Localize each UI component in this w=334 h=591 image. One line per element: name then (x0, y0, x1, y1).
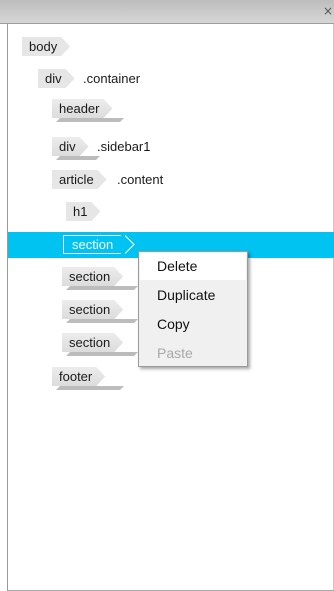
tag-label: section (63, 235, 122, 254)
tag-shadow (56, 386, 124, 390)
tag-shadow (66, 352, 138, 356)
tag-shadow (56, 156, 100, 160)
tag-shadow (66, 286, 138, 290)
class-label: .container (83, 71, 141, 86)
tag-shadow (56, 118, 124, 122)
panel-title-bar: × (0, 0, 334, 24)
class-label: .content (117, 172, 164, 187)
tree-node-footer[interactable]: footer (8, 364, 334, 390)
menu-item-delete[interactable]: Delete (140, 253, 246, 280)
tag-shadow (66, 319, 138, 323)
context-menu: Delete Duplicate Copy Paste (138, 251, 248, 367)
tag-label: div (38, 69, 75, 88)
class-label: .sidebar1 (97, 139, 151, 154)
tag-label: body (22, 37, 70, 56)
tag-label: footer (52, 367, 105, 386)
tree-node-h1[interactable]: h1 (8, 199, 334, 225)
tag-arrow-outline (125, 235, 135, 254)
dom-tree-panel: × body div .container header div .sideba… (0, 0, 334, 591)
tag-label: h1 (66, 202, 100, 221)
menu-item-duplicate[interactable]: Duplicate (140, 282, 246, 309)
tag-label: article (52, 170, 107, 189)
tree-node-article-content[interactable]: article .content (8, 167, 334, 193)
menu-item-paste[interactable]: Paste (140, 340, 246, 367)
tag-label: section (62, 333, 123, 352)
tag-label: section (62, 267, 123, 286)
tag-label: section (62, 300, 123, 319)
tree-node-header[interactable]: header (8, 96, 334, 122)
tree-node-body[interactable]: body (8, 34, 334, 60)
tag-label: header (52, 99, 112, 118)
tree-node-div-sidebar1[interactable]: div .sidebar1 (8, 134, 334, 160)
tag-label: div (52, 137, 89, 156)
tree-node-div-container[interactable]: div .container (8, 66, 334, 92)
menu-item-copy[interactable]: Copy (140, 311, 246, 338)
close-icon[interactable]: × (323, 4, 333, 18)
